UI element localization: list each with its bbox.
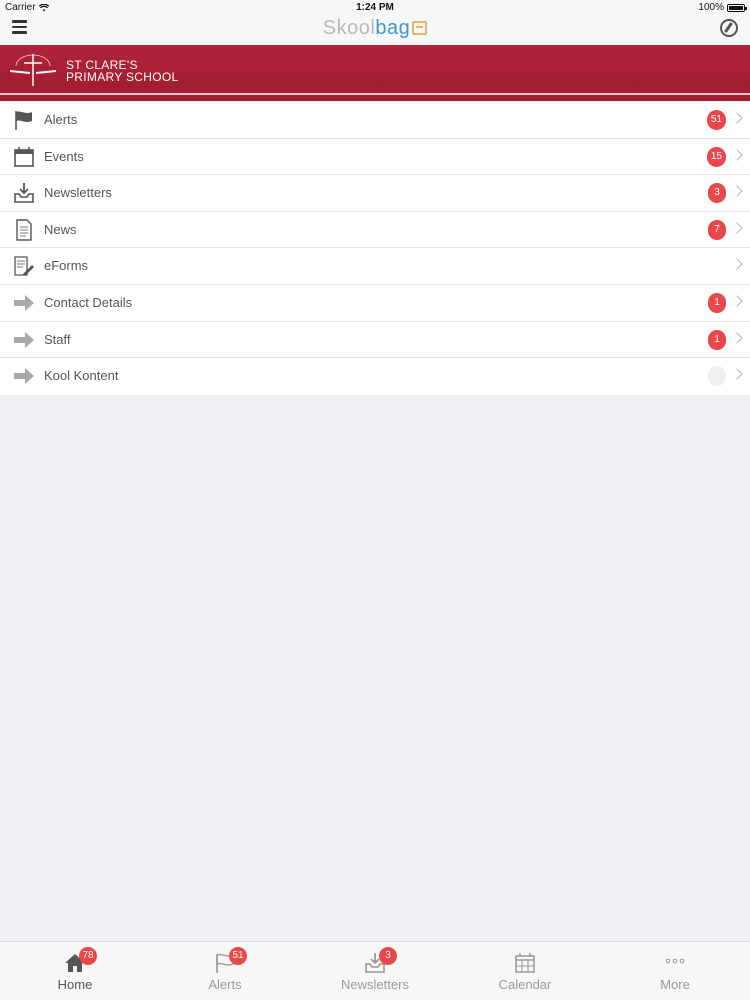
arrow-right-icon bbox=[14, 294, 34, 311]
chevron-right-icon bbox=[731, 112, 743, 124]
chevron-right-icon bbox=[731, 148, 743, 161]
count-badge: 51 bbox=[706, 110, 726, 130]
chevron-right-icon bbox=[731, 368, 743, 380]
status-bar: Carrier 1:24 PM 100% bbox=[0, 0, 750, 16]
count-badge: 3 bbox=[708, 183, 726, 204]
calendar-icon bbox=[515, 953, 535, 973]
schoolbag-icon bbox=[412, 21, 428, 35]
tab-badge: 78 bbox=[79, 947, 97, 965]
menu-item-eforms[interactable]: eForms bbox=[0, 248, 750, 285]
tab-label: Home bbox=[57, 977, 93, 992]
tab-label: Alerts bbox=[208, 977, 242, 992]
menu-item-label: Contact Details bbox=[44, 294, 133, 310]
menu-item-label: Staff bbox=[44, 331, 71, 347]
calendar-icon bbox=[14, 146, 34, 167]
tab-alerts[interactable]: 51 Alerts bbox=[150, 942, 300, 1000]
menu-item-alerts[interactable]: Alerts 51 bbox=[0, 102, 750, 139]
school-banner: ST CLARE'S PRIMARY SCHOOL bbox=[0, 45, 750, 101]
sync-icon[interactable] bbox=[720, 19, 738, 37]
tab-home[interactable]: 78 Home bbox=[0, 942, 150, 1000]
clock: 1:24 PM bbox=[356, 2, 394, 13]
menu-item-news[interactable]: News 7 bbox=[0, 211, 750, 249]
form-pencil-icon bbox=[14, 256, 34, 277]
chevron-right-icon bbox=[731, 185, 743, 197]
nav-bar: Skoolbag bbox=[0, 16, 750, 45]
count-badge bbox=[708, 366, 726, 387]
inbox-download-icon bbox=[14, 183, 34, 203]
app-logo: Skoolbag bbox=[0, 17, 750, 40]
menu-item-contact-details[interactable]: Contact Details 1 bbox=[0, 284, 750, 322]
menu-item-kool-kontent[interactable]: Kool Kontent bbox=[0, 358, 750, 395]
menu-item-label: Events bbox=[44, 148, 84, 164]
tab-newsletters[interactable]: 3 Newsletters bbox=[300, 942, 450, 1000]
tab-label: Calendar bbox=[498, 977, 552, 992]
menu-item-label: Kool Kontent bbox=[44, 368, 119, 384]
more-dots-icon bbox=[665, 958, 685, 964]
tab-more[interactable]: More bbox=[600, 942, 750, 1000]
count-badge: 1 bbox=[708, 329, 726, 350]
menu-item-label: Alerts bbox=[44, 112, 78, 127]
menu-item-events[interactable]: Events 15 bbox=[0, 138, 750, 176]
tab-bar: 78 Home 51 Alerts 3 Newsletters Calendar bbox=[0, 941, 750, 1000]
brand-skool: Skool bbox=[322, 17, 376, 39]
arrow-right-icon bbox=[14, 331, 34, 348]
menu-item-label: Newsletters bbox=[44, 185, 112, 201]
battery-indicator: 100% bbox=[698, 2, 747, 13]
tab-calendar[interactable]: Calendar bbox=[450, 942, 600, 1000]
school-name-line2: PRIMARY SCHOOL bbox=[66, 70, 179, 84]
document-icon bbox=[16, 219, 32, 241]
battery-percent: 100% bbox=[698, 2, 724, 13]
tab-label: Newsletters bbox=[341, 977, 409, 992]
brand-bag: bag bbox=[375, 17, 411, 39]
chevron-right-icon bbox=[731, 295, 743, 307]
tab-badge: 3 bbox=[379, 947, 397, 965]
school-crest-icon bbox=[10, 54, 56, 86]
menu-item-label: eForms bbox=[44, 258, 89, 274]
battery-icon bbox=[727, 3, 747, 12]
main-menu-list: Alerts 51 Events 15 Newsletters 3 News 7… bbox=[0, 102, 750, 395]
count-badge: 15 bbox=[706, 146, 726, 167]
chevron-right-icon bbox=[731, 331, 743, 344]
menu-item-newsletters[interactable]: Newsletters 3 bbox=[0, 175, 750, 212]
banner-stripe bbox=[0, 93, 750, 95]
chevron-right-icon bbox=[731, 222, 743, 234]
arrow-right-icon bbox=[14, 368, 34, 385]
count-badge: 7 bbox=[708, 219, 726, 240]
flag-icon bbox=[15, 111, 32, 130]
chevron-right-icon bbox=[731, 258, 743, 271]
menu-item-label: News bbox=[44, 221, 77, 237]
school-name: ST CLARE'S PRIMARY SCHOOL bbox=[66, 59, 178, 83]
count-badge: 1 bbox=[708, 292, 726, 313]
menu-item-staff[interactable]: Staff 1 bbox=[0, 321, 750, 359]
tab-label: More bbox=[660, 977, 690, 992]
tab-badge: 51 bbox=[229, 947, 247, 965]
